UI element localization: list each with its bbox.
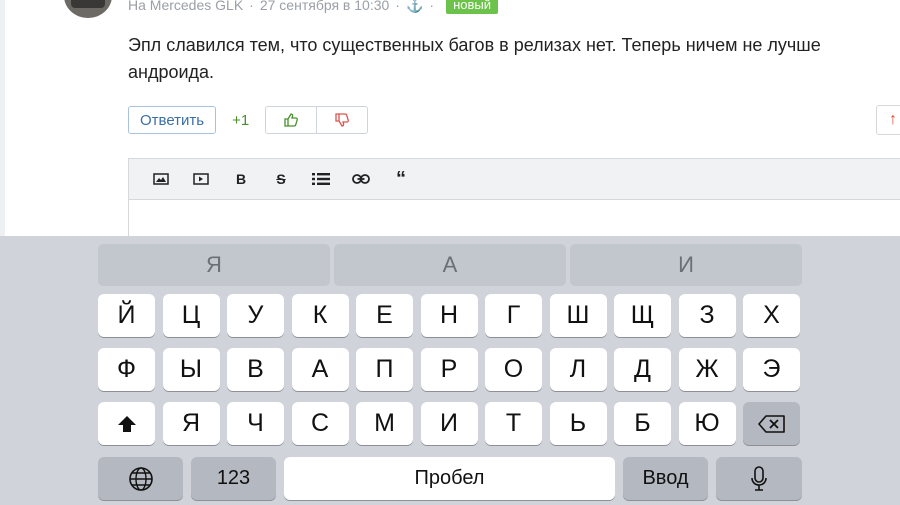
list-icon (312, 173, 330, 185)
globe-icon (128, 466, 153, 491)
key[interactable]: Г (485, 294, 542, 337)
key[interactable]: Ж (678, 348, 736, 391)
key[interactable]: И (420, 402, 478, 445)
key[interactable]: Э (743, 348, 800, 391)
reply-button[interactable]: Ответить (128, 106, 217, 134)
dictation-key[interactable] (716, 457, 802, 500)
key[interactable]: В (227, 348, 284, 391)
insert-video-button[interactable] (181, 159, 221, 199)
suggestion-3[interactable]: И (570, 244, 802, 286)
key[interactable]: У (227, 294, 284, 337)
thumbs-down-icon (335, 113, 350, 127)
key[interactable]: Д (614, 348, 671, 391)
reply-editor: B S “ (128, 158, 900, 236)
comment-actions: Ответить +1 (128, 105, 369, 135)
key[interactable]: Щ (614, 294, 671, 337)
meta-separator: · (429, 0, 435, 13)
comment-score: +1 (232, 111, 250, 129)
backspace-icon (757, 414, 785, 433)
key[interactable]: З (678, 294, 736, 337)
image-icon (153, 173, 169, 185)
key[interactable]: Ц (162, 294, 220, 337)
comment-area: На Mercedes GLK · 27 сентября в 10:30 · … (0, 0, 900, 236)
strikethrough-button[interactable]: S (261, 159, 301, 199)
suggestion-2[interactable]: А (334, 244, 566, 286)
backspace-key[interactable] (743, 402, 800, 445)
shift-key[interactable] (98, 402, 155, 445)
enter-key[interactable]: Ввод (623, 457, 708, 500)
shift-icon (117, 415, 136, 432)
scroll-up-button[interactable]: ↑ (876, 105, 900, 135)
insert-image-button[interactable] (141, 159, 181, 199)
key[interactable]: А (291, 348, 349, 391)
key[interactable]: Т (485, 402, 542, 445)
upvote-button[interactable] (266, 107, 316, 133)
key[interactable]: Ь (549, 402, 607, 445)
new-badge: новый (446, 0, 498, 14)
key[interactable]: Б (614, 402, 671, 445)
key[interactable]: Ч (227, 402, 284, 445)
anchor-icon[interactable]: ⚓ (406, 0, 423, 14)
key[interactable]: Е (356, 294, 413, 337)
key[interactable]: Ф (98, 348, 155, 391)
quote-icon: “ (396, 167, 406, 190)
list-button[interactable] (301, 159, 341, 199)
comment-text: Эпл славился тем, что существенных багов… (128, 35, 821, 82)
key[interactable]: Х (743, 294, 800, 337)
reply-textarea[interactable] (129, 200, 900, 236)
quote-button[interactable]: “ (381, 159, 421, 199)
key[interactable]: Ш (549, 294, 607, 337)
key[interactable]: К (291, 294, 349, 337)
key[interactable]: Л (549, 348, 607, 391)
thumbs-up-icon (284, 113, 299, 127)
key[interactable]: Я (162, 402, 220, 445)
comment-meta: На Mercedes GLK · 27 сентября в 10:30 · … (128, 0, 498, 14)
bold-button[interactable]: B (221, 159, 261, 199)
link-button[interactable] (341, 159, 381, 199)
microphone-icon (751, 465, 767, 491)
key[interactable]: С (291, 402, 349, 445)
suggestion-1[interactable]: Я (98, 244, 330, 286)
key[interactable]: Й (98, 294, 155, 337)
key[interactable]: Ю (678, 402, 736, 445)
globe-key[interactable] (98, 457, 183, 500)
avatar-image (71, 0, 105, 8)
downvote-button[interactable] (316, 107, 367, 133)
avatar[interactable] (64, 0, 112, 18)
key[interactable]: П (356, 348, 413, 391)
numbers-key[interactable]: 123 (191, 457, 276, 500)
key[interactable]: Ы (162, 348, 220, 391)
key[interactable]: Н (420, 294, 478, 337)
left-rule (0, 0, 5, 236)
link-icon (352, 174, 370, 184)
editor-toolbar: B S “ (129, 159, 900, 200)
meta-separator: · (395, 0, 400, 13)
onscreen-keyboard: Я А И Й Ц У К Е Н Г Ш Щ З Х Ф Ы В А П Р … (0, 236, 900, 505)
meta-separator: · (249, 0, 254, 13)
key[interactable]: М (356, 402, 413, 445)
vote-group (265, 106, 369, 134)
key[interactable]: Р (420, 348, 478, 391)
key[interactable]: О (485, 348, 542, 391)
comment-date[interactable]: 27 сентября в 10:30 (260, 0, 389, 13)
space-key[interactable]: Пробел (284, 457, 615, 500)
video-icon (193, 173, 209, 185)
comment-source[interactable]: На Mercedes GLK (128, 0, 243, 13)
